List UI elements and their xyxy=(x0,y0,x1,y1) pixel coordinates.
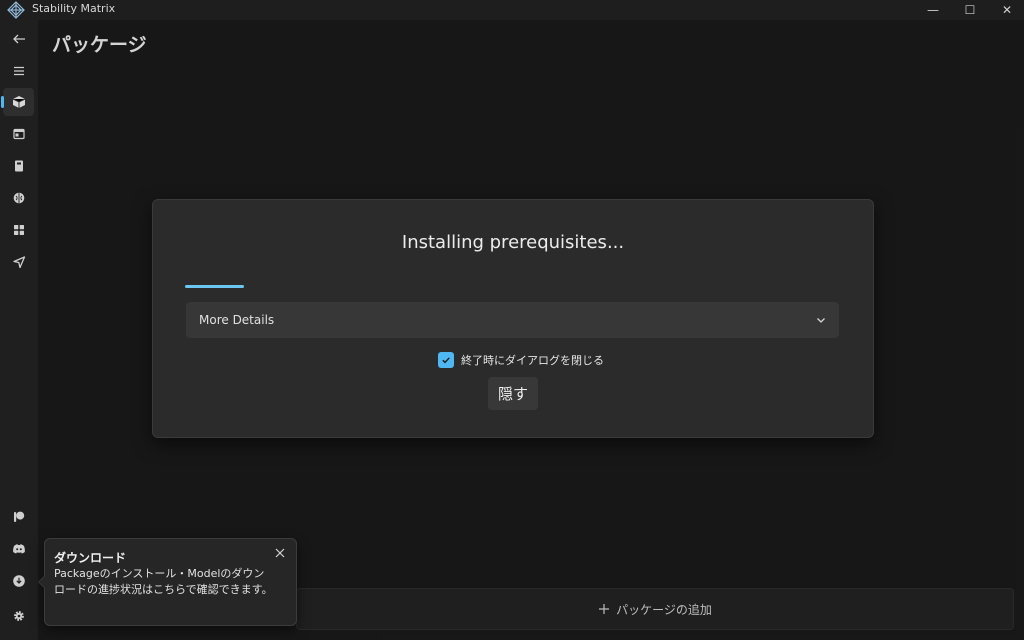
minimize-button[interactable]: — xyxy=(918,0,948,20)
sidebar-item-downloads[interactable] xyxy=(3,567,34,595)
hamburger-icon xyxy=(13,66,24,76)
window-icon xyxy=(12,128,25,140)
back-arrow-icon xyxy=(12,34,25,44)
brain-icon xyxy=(13,192,24,204)
menu-button[interactable] xyxy=(3,57,34,85)
dialog-title: Installing prerequisites... xyxy=(401,232,625,253)
sidebar-item-workflows[interactable] xyxy=(3,216,34,244)
sidebar-item-output[interactable] xyxy=(3,248,34,276)
sidebar-item-discord[interactable] xyxy=(3,535,34,563)
download-icon xyxy=(12,575,25,587)
notebook-icon xyxy=(14,160,23,172)
sidebar-item-inference[interactable] xyxy=(3,120,34,148)
nav-sidebar xyxy=(0,20,38,640)
back-button[interactable] xyxy=(3,25,34,53)
more-details-expander[interactable]: More Details xyxy=(186,302,839,338)
sidebar-item-checkpoints[interactable] xyxy=(3,152,34,180)
tip-body: Packageのインストール・Modelのダウンロードの進捗状況はこちらで確認で… xyxy=(54,567,273,596)
tip-title: ダウンロード xyxy=(54,551,127,565)
install-dialog: Installing prerequisites... More Details… xyxy=(152,199,874,438)
patreon-icon xyxy=(13,511,24,522)
progress-indicator xyxy=(185,285,244,288)
send-icon xyxy=(12,256,25,269)
chevron-down-icon xyxy=(817,318,825,323)
grid-icon xyxy=(13,225,24,235)
close-on-finish-label: 終了時にダイアログを閉じる xyxy=(461,354,604,367)
close-on-finish-checkbox[interactable] xyxy=(438,352,454,368)
app-logo-icon xyxy=(7,1,25,19)
title-bar: Stability Matrix — ☐ ✕ xyxy=(0,0,1024,20)
window-title: Stability Matrix xyxy=(32,2,116,15)
maximize-button[interactable]: ☐ xyxy=(955,0,985,20)
sidebar-item-settings[interactable] xyxy=(3,602,34,630)
checkmark-icon xyxy=(442,357,450,364)
minimize-icon: — xyxy=(927,3,939,17)
hide-button[interactable]: 隠す xyxy=(488,377,538,410)
progress-bar xyxy=(185,285,839,288)
downloads-teaching-tip: ダウンロード Packageのインストール・Modelのダウンロードの進捗状況は… xyxy=(38,538,297,626)
close-icon[interactable] xyxy=(274,547,286,559)
expander-label: More Details xyxy=(199,313,275,327)
tip-pointer xyxy=(38,575,45,589)
close-window-button[interactable]: ✕ xyxy=(992,0,1022,20)
close-on-finish-option[interactable]: 終了時にダイアログを閉じる xyxy=(438,352,604,368)
sidebar-item-model-browser[interactable] xyxy=(3,184,34,212)
gear-icon xyxy=(13,611,24,621)
sidebar-item-patreon[interactable] xyxy=(3,503,34,531)
discord-icon xyxy=(12,544,25,554)
close-icon: ✕ xyxy=(1001,3,1013,17)
package-box-icon xyxy=(12,96,25,108)
sidebar-item-packages[interactable] xyxy=(1,88,34,116)
maximize-icon: ☐ xyxy=(964,3,976,17)
